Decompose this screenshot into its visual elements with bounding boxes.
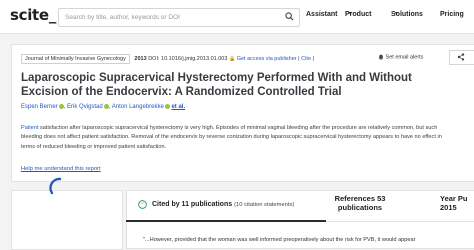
cite-link[interactable]: Cite xyxy=(301,56,311,62)
author-link[interactable]: Anton Langebrekke xyxy=(112,104,164,110)
chevron-down-icon: ▼ xyxy=(348,11,353,17)
meta-separator: | xyxy=(312,56,314,62)
orcid-icon[interactable] xyxy=(164,104,170,109)
share-button[interactable] xyxy=(449,50,474,65)
email-alerts-label: Set email alerts xyxy=(385,54,424,61)
citation-snippet-card xyxy=(126,222,474,249)
access-link[interactable]: Get access via publisher xyxy=(237,56,297,62)
logo-text: scite xyxy=(10,6,49,24)
author-list: Espen Berner, Erik Qvigstad, Anton Lange… xyxy=(21,104,185,110)
scite-logo[interactable]: scite_ xyxy=(10,6,56,24)
references-count: References 53 xyxy=(334,194,386,203)
share-icon xyxy=(457,53,465,61)
citation-statements-count: (10 citation statements) xyxy=(234,202,295,208)
meta-separator: | xyxy=(298,56,300,62)
abstract: Patient satisfaction after laparoscopic … xyxy=(21,124,453,152)
chevron-down-icon: ▼ xyxy=(394,11,399,17)
nav-pricing[interactable]: Pricing xyxy=(440,11,464,18)
search-input[interactable] xyxy=(59,9,280,25)
citation-quote-icon: “ xyxy=(138,200,147,209)
references-unit: publications xyxy=(337,203,383,212)
tab-year-published[interactable]: Year Pu 2015 xyxy=(440,194,474,212)
doi-text[interactable]: DOI: 10.1016/j.jmig.2013.01.003 xyxy=(148,56,227,62)
top-navbar: scite_ Assistant Product▼ Solutions▼ Pri… xyxy=(0,0,474,34)
journal-badge[interactable]: Journal of Minimally Invasive Gynecology xyxy=(21,54,130,64)
et-al-link[interactable]: et al. xyxy=(171,104,185,110)
year-value: 2015 xyxy=(440,203,457,212)
abstract-text: satisfaction after laparoscopic supracer… xyxy=(21,125,442,150)
article-title: Laparoscopic Supracervical Hysterectomy … xyxy=(21,72,412,98)
publication-year: 2013 xyxy=(134,56,147,62)
tab-cited-by[interactable]: “ Cited by 11 publications (10 citation … xyxy=(126,190,326,222)
lock-icon: 🔒 xyxy=(228,56,236,62)
article-meta: Journal of Minimally Invasive Gynecology… xyxy=(21,54,314,64)
help-link[interactable]: Help me understand this report xyxy=(21,166,101,172)
abstract-label: Patient xyxy=(21,125,39,131)
loading-spinner-icon xyxy=(49,177,62,195)
logo-underscore: _ xyxy=(48,6,57,24)
search-icon[interactable] xyxy=(285,12,294,21)
tab-cited-by-label: Cited by 11 publications (10 citation st… xyxy=(152,201,294,208)
author-link[interactable]: Espen Berner xyxy=(21,104,58,110)
tab-references[interactable]: References 53 publications xyxy=(330,194,390,212)
article-card xyxy=(11,44,474,182)
svg-text:“: “ xyxy=(141,202,144,208)
cited-by-count: Cited by 11 publications xyxy=(152,201,233,208)
citation-snippet-text: "...However, provided that the woman was… xyxy=(143,237,416,243)
bell-icon xyxy=(378,54,384,60)
email-alerts[interactable]: Set email alerts xyxy=(378,54,423,60)
search-box xyxy=(58,8,300,27)
nav-assistant[interactable]: Assistant xyxy=(306,11,338,18)
author-link[interactable]: Erik Qvigstad xyxy=(67,104,103,110)
year-label: Year Pu xyxy=(440,194,468,203)
